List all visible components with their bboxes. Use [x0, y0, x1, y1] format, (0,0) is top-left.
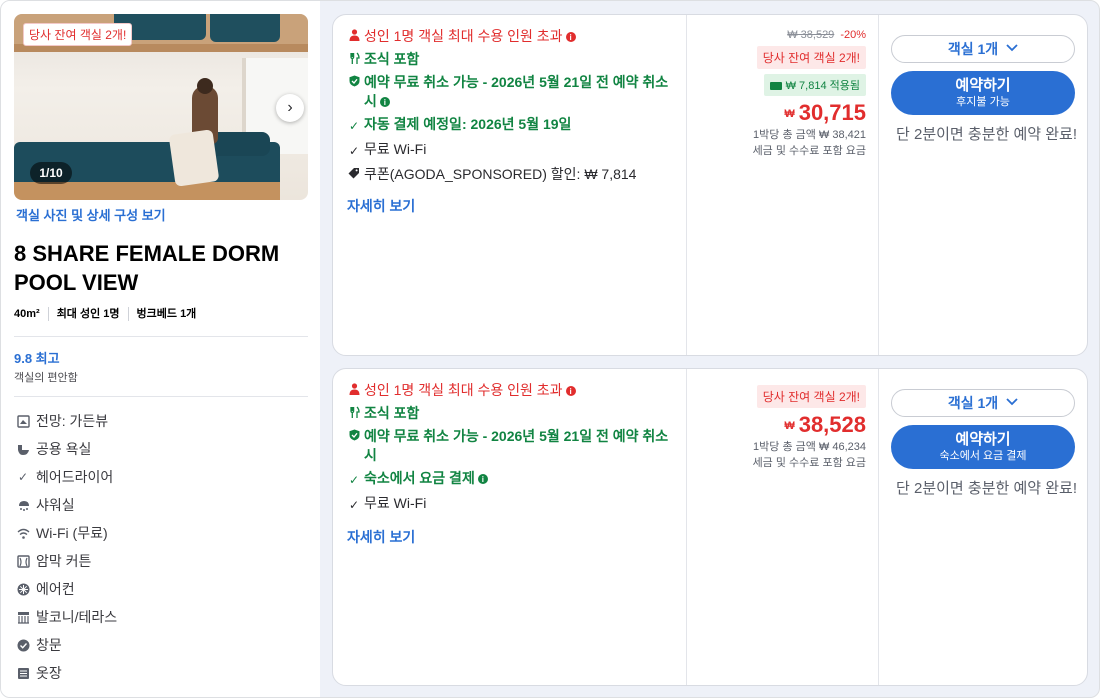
next-photo-button[interactable]: › [276, 94, 304, 122]
auto-payment-date: ✓ 자동 결제 예정일: 2026년 5월 19일 [347, 115, 672, 136]
breakfast-included: 조식 포함 [347, 404, 672, 423]
offer-price: ₩ 38,529 -20% 당사 잔여 객실 2개! ₩ 7,814 적용됨 ₩3… [687, 15, 879, 355]
window-icon [16, 638, 30, 652]
balcony-icon [16, 610, 30, 624]
room-score-label: 객실의 편안함 [14, 372, 78, 384]
room-count-select[interactable]: 객실 1개 [891, 35, 1075, 63]
max-occupancy: 최대 성인 1명 [47, 307, 128, 321]
air-conditioner-icon [16, 582, 30, 596]
shower-icon [16, 498, 30, 512]
total-per-night: 1박당 총 금액 ₩ 38,421 [753, 129, 866, 142]
final-price: ₩38,528 [784, 412, 866, 437]
chevron-down-icon [1006, 43, 1018, 55]
currency-symbol: ₩ [784, 108, 795, 121]
offer-card: 성인 1명 객실 최대 수용 인원 초과 i 조식 포함 예약 무료 취소 가능 … [332, 14, 1088, 356]
amenity-item: 에어컨 [14, 575, 308, 603]
amenity-item: 옷장 [14, 659, 308, 687]
breakfast-included: 조식 포함 [347, 50, 672, 69]
amenity-item: 공용 욕실 [14, 435, 308, 463]
room-count-select[interactable]: 객실 1개 [891, 389, 1075, 417]
book-button[interactable]: 예약하기 후지불 가능 [891, 71, 1075, 115]
info-icon[interactable]: i [565, 32, 576, 43]
book-button[interactable]: 예약하기 숙소에서 요금 결제 [891, 425, 1075, 469]
offer-actions: 객실 1개 예약하기 숙소에서 요금 결제 단 2분이면 충분한 예약 완료! [879, 369, 1087, 685]
photo-counter: 1/10 [30, 162, 72, 184]
room-score: 9.8 최고 [14, 351, 60, 366]
occupancy-warning: 성인 1명 객실 최대 수용 인원 초과 i [347, 381, 672, 400]
check-icon: ✓ [348, 498, 360, 512]
offer-card: 성인 1명 객실 최대 수용 인원 초과 i 조식 포함 예약 무료 취소 가능 … [332, 368, 1088, 686]
tag-icon [347, 167, 361, 179]
occupancy-warning: 성인 1명 객실 최대 수용 인원 초과 i [347, 27, 672, 46]
info-icon[interactable]: i [565, 386, 576, 397]
free-wifi: ✓ 무료 Wi-Fi [347, 140, 672, 161]
tax-note: 세금 및 수수료 포함 요금 [752, 457, 866, 470]
booking-hint: 단 2분이면 충분한 예약 완료! [896, 480, 1077, 497]
pay-at-property: ✓ 숙소에서 요금 결제 i [347, 469, 672, 490]
original-price: ₩ 38,529 -20% [787, 29, 866, 41]
bed-type: 벙크베드 1개 [127, 307, 205, 321]
amenity-item: ✓ 헤어드라이어 [17, 469, 114, 485]
toilet-icon [16, 442, 30, 456]
room-size: 40m² [14, 308, 40, 320]
scarcity-badge: 당사 잔여 객실 2개! [756, 46, 866, 69]
photo-scarcity-badge: 당사 잔여 객실 2개! [23, 23, 133, 46]
amenity-item: 샤워실 [14, 491, 308, 519]
wifi-icon [16, 526, 30, 540]
closet-icon [16, 666, 30, 680]
offer-price: 당사 잔여 객실 2개! ₩38,528 1박당 총 금액 ₩ 46,234 세… [687, 369, 879, 685]
garden-view-icon [16, 414, 30, 428]
scarcity-badge: 당사 잔여 객실 2개! [756, 385, 866, 408]
tax-note: 세금 및 수수료 포함 요금 [752, 145, 866, 158]
divider [14, 336, 308, 337]
person-icon [347, 29, 361, 41]
free-wifi: ✓ 무료 Wi-Fi [347, 494, 672, 515]
offer-conditions: 성인 1명 객실 최대 수용 인원 초과 i 조식 포함 예약 무료 취소 가능 … [333, 369, 687, 685]
room-photo[interactable]: 당사 잔여 객실 2개! › 1/10 [14, 14, 308, 200]
check-icon: ✓ [348, 119, 360, 133]
room-offer-panel: 당사 잔여 객실 2개! › 1/10 객실 사진 및 상세 구성 보기 8 S… [0, 0, 1100, 698]
amenity-item: 창문 [14, 631, 308, 659]
cutlery-icon [347, 52, 361, 65]
shield-check-icon [347, 429, 361, 441]
amenity-list: 전망: 가든뷰 공용 욕실 ✓ 헤어드라이어 샤워실 Wi-Fi (무료) 암막… [14, 407, 308, 687]
offer-conditions: 성인 1명 객실 최대 수용 인원 초과 i 조식 포함 예약 무료 취소 가능 … [333, 15, 687, 355]
final-price: ₩30,715 [784, 100, 866, 125]
free-cancellation: 예약 무료 취소 가능 - 2026년 5월 21일 전 예약 취소 시i [347, 73, 672, 111]
divider [14, 396, 308, 397]
info-icon[interactable]: i [477, 474, 488, 485]
room-specs: 40m² 최대 성인 1명 벙크베드 1개 [14, 307, 308, 321]
coupon-discount: 쿠폰(AGODA_SPONSORED) 할인: ₩ 7,814 [347, 165, 672, 184]
amenity-item: 전망: 가든뷰 [14, 407, 308, 435]
details-link[interactable]: 자세히 보기 [347, 196, 672, 216]
info-icon[interactable]: i [379, 97, 390, 108]
curtain-icon [16, 554, 30, 568]
free-cancellation: 예약 무료 취소 가능 - 2026년 5월 21일 전 예약 취소 시 [347, 427, 672, 465]
amenity-item: 암막 커튼 [14, 547, 308, 575]
booking-hint: 단 2분이면 충분한 예약 완료! [896, 126, 1077, 143]
check-icon: ✓ [17, 470, 29, 484]
total-per-night: 1박당 총 금액 ₩ 46,234 [753, 441, 866, 454]
ticket-icon [769, 82, 782, 91]
details-link[interactable]: 자세히 보기 [347, 527, 672, 547]
currency-symbol: ₩ [784, 420, 795, 433]
chevron-right-icon: › [287, 99, 293, 116]
room-title: 8 SHARE FEMALE DORM POOL VIEW [14, 241, 280, 295]
shield-check-icon [347, 75, 361, 87]
check-icon: ✓ [348, 144, 360, 158]
check-icon: ✓ [348, 473, 360, 487]
offer-actions: 객실 1개 예약하기 후지불 가능 단 2분이면 충분한 예약 완료! [879, 15, 1087, 355]
amenity-item: 발코니/테라스 [14, 603, 308, 631]
discount-percent: -20% [840, 29, 866, 41]
room-info-panel: 당사 잔여 객실 2개! › 1/10 객실 사진 및 상세 구성 보기 8 S… [1, 1, 320, 697]
person-icon [347, 383, 361, 395]
cutlery-icon [347, 406, 361, 419]
chevron-down-icon [1006, 397, 1018, 409]
coupon-applied-badge: ₩ 7,814 적용됨 [763, 74, 866, 96]
amenity-item: Wi-Fi (무료) [14, 519, 308, 547]
room-photos-link[interactable]: 객실 사진 및 상세 구성 보기 [16, 205, 308, 224]
